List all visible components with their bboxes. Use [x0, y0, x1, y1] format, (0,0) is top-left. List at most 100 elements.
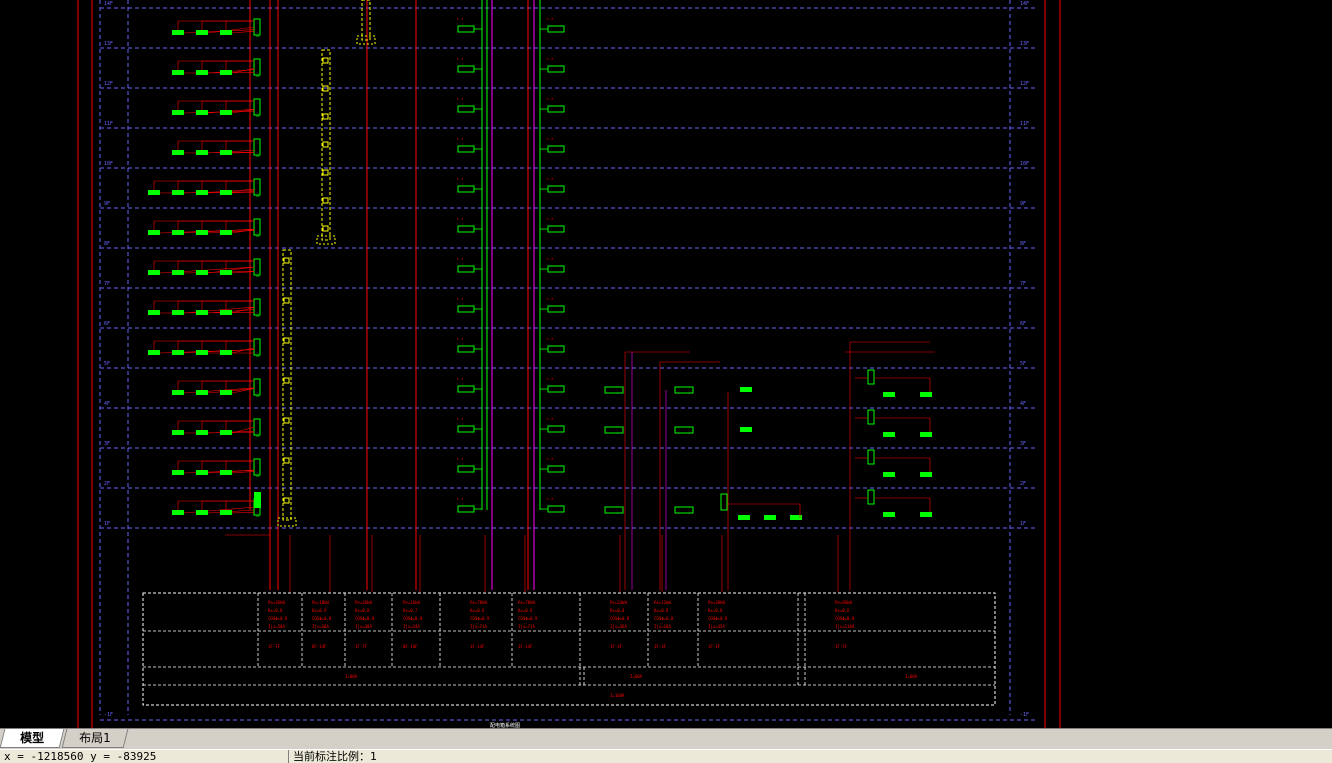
- switch-tag: L-2: [547, 337, 553, 341]
- box-label: AL: [256, 354, 260, 358]
- table-power: Pe=30kW: [708, 600, 725, 605]
- cad-drawing[interactable]: 14F14F13F13F12F12F11F11F10F10F9F9F8F8F7F…: [0, 0, 1332, 728]
- load-block: [196, 310, 208, 315]
- load-block: [220, 350, 232, 355]
- switch-symbol: [548, 426, 564, 432]
- switch-symbol: [548, 146, 564, 152]
- table-kx: Kx=0.8: [610, 608, 625, 613]
- load-block: [172, 310, 184, 315]
- busduct-tap: [284, 258, 289, 263]
- distribution-box: [868, 370, 874, 384]
- table-range: 1F-3F: [708, 644, 721, 649]
- load-block: [220, 390, 232, 395]
- table-cos: COSΦ=0.8: [403, 616, 423, 621]
- switch-symbol: [458, 266, 474, 272]
- busduct-tap: [284, 298, 289, 303]
- switch-tag: L-1: [457, 257, 463, 261]
- table-cos: COSΦ=0.8: [355, 616, 375, 621]
- tab-layout1[interactable]: 布局1: [62, 729, 129, 748]
- status-bar: x = -1218560 y = -83925 当前标注比例：1: [0, 749, 1332, 763]
- load-block: [920, 512, 932, 517]
- table-ijs: Ijs=18A: [654, 624, 671, 629]
- load-block: [220, 150, 232, 155]
- table-cos: COSΦ=0.8: [654, 616, 674, 621]
- load-block: [740, 387, 752, 392]
- busduct-tap: [323, 142, 328, 147]
- table-cos: COSΦ=0.8: [708, 616, 728, 621]
- distribution-box: [868, 450, 874, 464]
- cursor-coordinates: x = -1218560 y = -83925: [4, 750, 156, 763]
- floor-label: 2F: [1020, 481, 1026, 487]
- switch-symbol: [458, 146, 474, 152]
- load-block: [172, 190, 184, 195]
- load-block: [196, 70, 208, 75]
- floor-label: 6F: [1020, 321, 1026, 327]
- switch-tag: L-1: [457, 457, 463, 461]
- table-cos: COSΦ=0.8: [835, 616, 855, 621]
- load-block: [172, 430, 184, 435]
- table-range: 1F-7F: [268, 644, 281, 649]
- box-label: AL: [256, 314, 260, 318]
- switch-symbol: [675, 507, 693, 513]
- load-block: [172, 510, 184, 515]
- load-block: [220, 470, 232, 475]
- load-block: [172, 350, 184, 355]
- busduct-tap: [323, 198, 328, 203]
- distribution-box: [254, 259, 260, 275]
- distribution-box: [254, 219, 260, 235]
- table-power: Pe=70kW: [470, 600, 487, 605]
- table-range: 8F-14F: [403, 644, 418, 649]
- distribution-box: [254, 99, 260, 115]
- distribution-box: [254, 59, 260, 75]
- annotation-scale[interactable]: 当前标注比例：1: [288, 750, 377, 763]
- box-label: AL: [256, 514, 260, 518]
- busduct-tap: [284, 338, 289, 343]
- layout-tab-bar: 模型 布局1: [0, 728, 1332, 749]
- table-ijs: Ijs=71A: [470, 624, 487, 629]
- table-kx: Kx=0.7: [403, 608, 418, 613]
- table-range: 1F-14F: [518, 644, 533, 649]
- table-cos: COSΦ=0.9: [470, 616, 490, 621]
- branch-wire: [232, 512, 254, 513]
- distribution-box: [254, 139, 260, 155]
- switch-symbol: [458, 466, 474, 472]
- busduct-tap: [323, 58, 328, 63]
- load-block: [172, 390, 184, 395]
- switch-symbol: [605, 507, 623, 513]
- distribution-box: [254, 459, 260, 475]
- load-block: [148, 230, 160, 235]
- floor-label: 10F: [104, 161, 113, 167]
- floor-label: 7F: [104, 281, 110, 287]
- floor-label: 13F: [1020, 41, 1029, 47]
- branch-wire: [232, 427, 254, 433]
- distribution-box: [254, 339, 260, 355]
- switch-symbol: [548, 306, 564, 312]
- switch-tag: L-1: [457, 137, 463, 141]
- load-block: [172, 230, 184, 235]
- floor-label: 3F: [1020, 441, 1026, 447]
- busduct-tap: [284, 418, 289, 423]
- busduct-tap: [284, 458, 289, 463]
- main-box-1f: [254, 492, 261, 508]
- drawing-canvas[interactable]: 14F14F13F13F12F12F11F11F10F10F9F9F8F8F7F…: [0, 0, 1332, 728]
- switch-symbol: [458, 506, 474, 512]
- switch-tag: L-1: [457, 297, 463, 301]
- box-label: AL: [256, 74, 260, 78]
- switch-tag: L-2: [547, 457, 553, 461]
- tab-model[interactable]: 模型: [0, 729, 64, 748]
- switch-symbol: [458, 106, 474, 112]
- switch-tag: L-1: [457, 337, 463, 341]
- switch-symbol: [458, 186, 474, 192]
- load-block: [196, 350, 208, 355]
- box-label: AL: [256, 434, 260, 438]
- load-block: [196, 430, 208, 435]
- load-block: [196, 270, 208, 275]
- load-block: [764, 515, 776, 520]
- switch-tag: L-2: [547, 257, 553, 261]
- switch-tag: L-2: [547, 377, 553, 381]
- load-block: [220, 230, 232, 235]
- busduct-tap: [323, 226, 328, 231]
- table-range: 1F-7F: [355, 644, 368, 649]
- switch-symbol: [605, 427, 623, 433]
- load-block: [148, 350, 160, 355]
